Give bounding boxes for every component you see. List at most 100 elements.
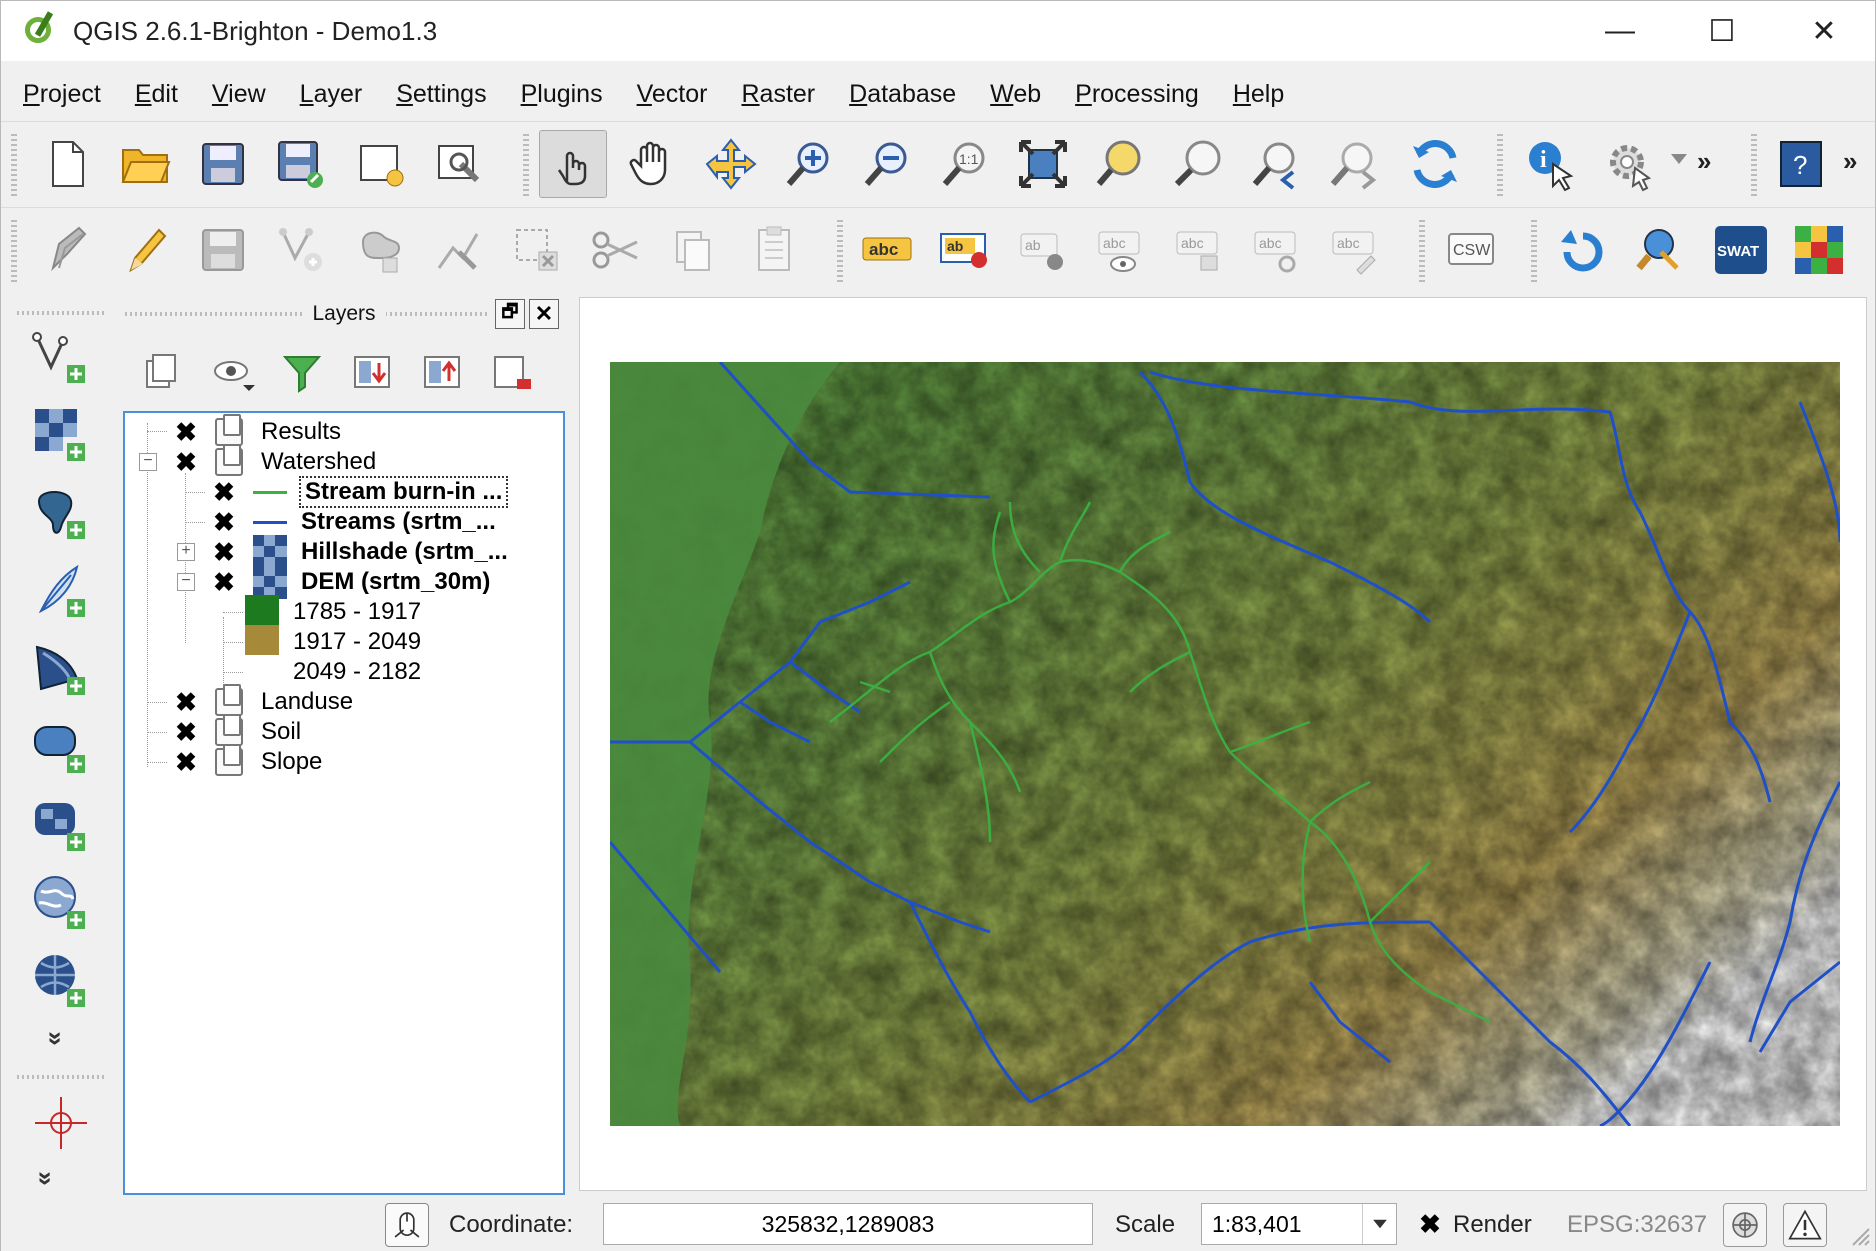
menu-web[interactable]: Web bbox=[990, 80, 1041, 109]
menu-settings[interactable]: Settings bbox=[396, 80, 486, 109]
toggle-editing-icon[interactable] bbox=[111, 216, 179, 284]
undo-icon[interactable] bbox=[1547, 216, 1615, 284]
zoom-full-icon[interactable] bbox=[1009, 130, 1077, 198]
dem-collapse-button[interactable]: − bbox=[177, 573, 195, 591]
save-as-icon[interactable] bbox=[267, 130, 335, 198]
layers-panel-header[interactable]: Layers 🗗 ✕ bbox=[119, 297, 569, 331]
toolbar-grip[interactable] bbox=[837, 220, 843, 282]
composer-manager-icon[interactable] bbox=[425, 130, 493, 198]
new-project-icon[interactable] bbox=[33, 130, 101, 198]
menu-project[interactable]: Project bbox=[23, 80, 101, 109]
add-raster-layer-icon[interactable] bbox=[27, 401, 95, 469]
vtoolbar-overflow-button[interactable]: » bbox=[41, 1031, 72, 1045]
menu-layer[interactable]: Layer bbox=[300, 80, 363, 109]
run-feature-action-icon[interactable] bbox=[1595, 130, 1663, 198]
dem-checkbox[interactable]: ✖ bbox=[211, 569, 237, 595]
toolbar-grip[interactable] bbox=[523, 134, 529, 196]
rotate-label-icon[interactable]: abc bbox=[1243, 216, 1311, 284]
new-print-composer-icon[interactable] bbox=[347, 130, 415, 198]
add-wms-layer-icon[interactable] bbox=[27, 791, 95, 859]
close-button[interactable]: ✕ bbox=[1773, 1, 1875, 61]
add-wcs-layer-icon[interactable] bbox=[27, 869, 95, 937]
open-project-icon[interactable] bbox=[111, 130, 179, 198]
zoom-to-layer-icon[interactable] bbox=[1087, 130, 1155, 198]
identify-features-icon[interactable]: i bbox=[1517, 130, 1585, 198]
toolbar-grip[interactable] bbox=[1419, 220, 1425, 282]
tree-item-streams[interactable]: ✖ Streams (srtm_... bbox=[211, 505, 496, 539]
message-log-warning-icon[interactable] bbox=[1783, 1203, 1827, 1247]
toolbar-grip[interactable] bbox=[1751, 134, 1757, 196]
float-panel-button[interactable]: 🗗 bbox=[495, 299, 525, 329]
add-group-icon[interactable] bbox=[135, 345, 189, 399]
projection-properties-icon[interactable] bbox=[1723, 1203, 1767, 1247]
metadata-search-icon[interactable] bbox=[1625, 216, 1693, 284]
toolbar-overflow-button-2[interactable]: » bbox=[1843, 146, 1857, 177]
crs-status[interactable]: EPSG:32637 bbox=[1567, 1211, 1707, 1239]
move-feature-icon[interactable] bbox=[347, 216, 415, 284]
add-mssql-layer-icon[interactable] bbox=[27, 635, 95, 703]
toolbar-overflow-button[interactable]: » bbox=[1697, 146, 1711, 177]
tree-item-dem[interactable]: ✖ DEM (srtm_30m) bbox=[211, 565, 490, 599]
pan-map-icon[interactable] bbox=[619, 130, 687, 198]
toolbar-grip[interactable] bbox=[11, 134, 17, 196]
coordinate-capture-icon[interactable] bbox=[27, 1089, 95, 1157]
swat-plugin-icon[interactable]: SWAT bbox=[1707, 216, 1775, 284]
save-layer-edits-icon[interactable] bbox=[189, 216, 257, 284]
menu-raster[interactable]: Raster bbox=[741, 80, 815, 109]
tree-item-stream-burn-in[interactable]: ✖ Stream burn-in ... bbox=[211, 475, 509, 509]
add-spatialite-layer-icon[interactable] bbox=[27, 557, 95, 625]
refresh-icon[interactable] bbox=[1401, 130, 1469, 198]
vtoolbar-grip[interactable] bbox=[17, 311, 105, 315]
menu-processing[interactable]: Processing bbox=[1075, 80, 1199, 109]
expand-all-icon[interactable] bbox=[345, 345, 399, 399]
tree-item-landuse[interactable]: ✖ Landuse bbox=[173, 684, 353, 719]
move-label-icon[interactable]: abc bbox=[1165, 216, 1233, 284]
results-checkbox[interactable]: ✖ bbox=[173, 419, 199, 445]
minimize-button[interactable]: — bbox=[1569, 1, 1671, 61]
menu-view[interactable]: View bbox=[212, 80, 266, 109]
menu-help[interactable]: Help bbox=[1233, 80, 1284, 109]
cut-features-icon[interactable] bbox=[581, 216, 649, 284]
change-label-icon[interactable]: abc bbox=[1321, 216, 1389, 284]
resize-grip-icon[interactable] bbox=[1847, 1223, 1871, 1247]
map-canvas[interactable] bbox=[579, 297, 1867, 1191]
show-hide-labels-icon[interactable]: abc bbox=[1087, 216, 1155, 284]
slope-checkbox[interactable]: ✖ bbox=[173, 749, 199, 775]
current-edits-icon[interactable] bbox=[33, 216, 101, 284]
slope-lookup-plugin-icon[interactable] bbox=[1785, 216, 1853, 284]
zoom-to-selection-icon[interactable] bbox=[1165, 130, 1233, 198]
close-panel-button[interactable]: ✕ bbox=[529, 299, 559, 329]
stream-burn-in-checkbox[interactable]: ✖ bbox=[211, 479, 237, 505]
toggle-extents-mouse-icon[interactable] bbox=[385, 1203, 429, 1247]
soil-checkbox[interactable]: ✖ bbox=[173, 719, 199, 745]
hillshade-expand-button[interactable]: + bbox=[177, 543, 195, 561]
zoom-actual-size-icon[interactable]: 1:1 bbox=[931, 130, 999, 198]
coordinate-input[interactable]: 325832,1289083 bbox=[603, 1203, 1093, 1245]
zoom-out-icon[interactable] bbox=[853, 130, 921, 198]
hillshade-checkbox[interactable]: ✖ bbox=[211, 539, 237, 565]
help-icon[interactable]: ? bbox=[1767, 130, 1835, 198]
menu-edit[interactable]: Edit bbox=[135, 80, 178, 109]
dropdown-arrow-icon[interactable] bbox=[1669, 152, 1689, 166]
zoom-next-icon[interactable] bbox=[1321, 130, 1389, 198]
csw-metasearch-icon[interactable]: CSW bbox=[1437, 216, 1505, 284]
scale-combobox[interactable]: 1:83,401 bbox=[1201, 1203, 1397, 1245]
watershed-collapse-button[interactable]: − bbox=[139, 453, 157, 471]
tree-item-hillshade[interactable]: ✖ Hillshade (srtm_... bbox=[211, 535, 508, 569]
toolbar-grip[interactable] bbox=[11, 220, 17, 282]
vtoolbar-overflow-button-2[interactable]: » bbox=[31, 1171, 62, 1185]
render-checkbox[interactable]: ✖ bbox=[1417, 1211, 1443, 1237]
toolbar-grip[interactable] bbox=[1497, 134, 1503, 196]
toolbar-grip[interactable] bbox=[1531, 220, 1537, 282]
maximize-button[interactable]: ☐ bbox=[1671, 1, 1773, 61]
add-oracle-layer-icon[interactable] bbox=[27, 713, 95, 781]
chevron-down-icon[interactable] bbox=[1362, 1204, 1396, 1244]
collapse-all-icon[interactable] bbox=[415, 345, 469, 399]
menu-database[interactable]: Database bbox=[849, 80, 956, 109]
terrain-map[interactable] bbox=[610, 362, 1840, 1126]
add-feature-icon[interactable] bbox=[267, 216, 335, 284]
touch-zoom-pan-icon[interactable] bbox=[539, 130, 607, 198]
filter-legend-icon[interactable] bbox=[275, 345, 329, 399]
tree-item-slope[interactable]: ✖ Slope bbox=[173, 744, 322, 779]
paste-features-icon[interactable] bbox=[741, 216, 809, 284]
